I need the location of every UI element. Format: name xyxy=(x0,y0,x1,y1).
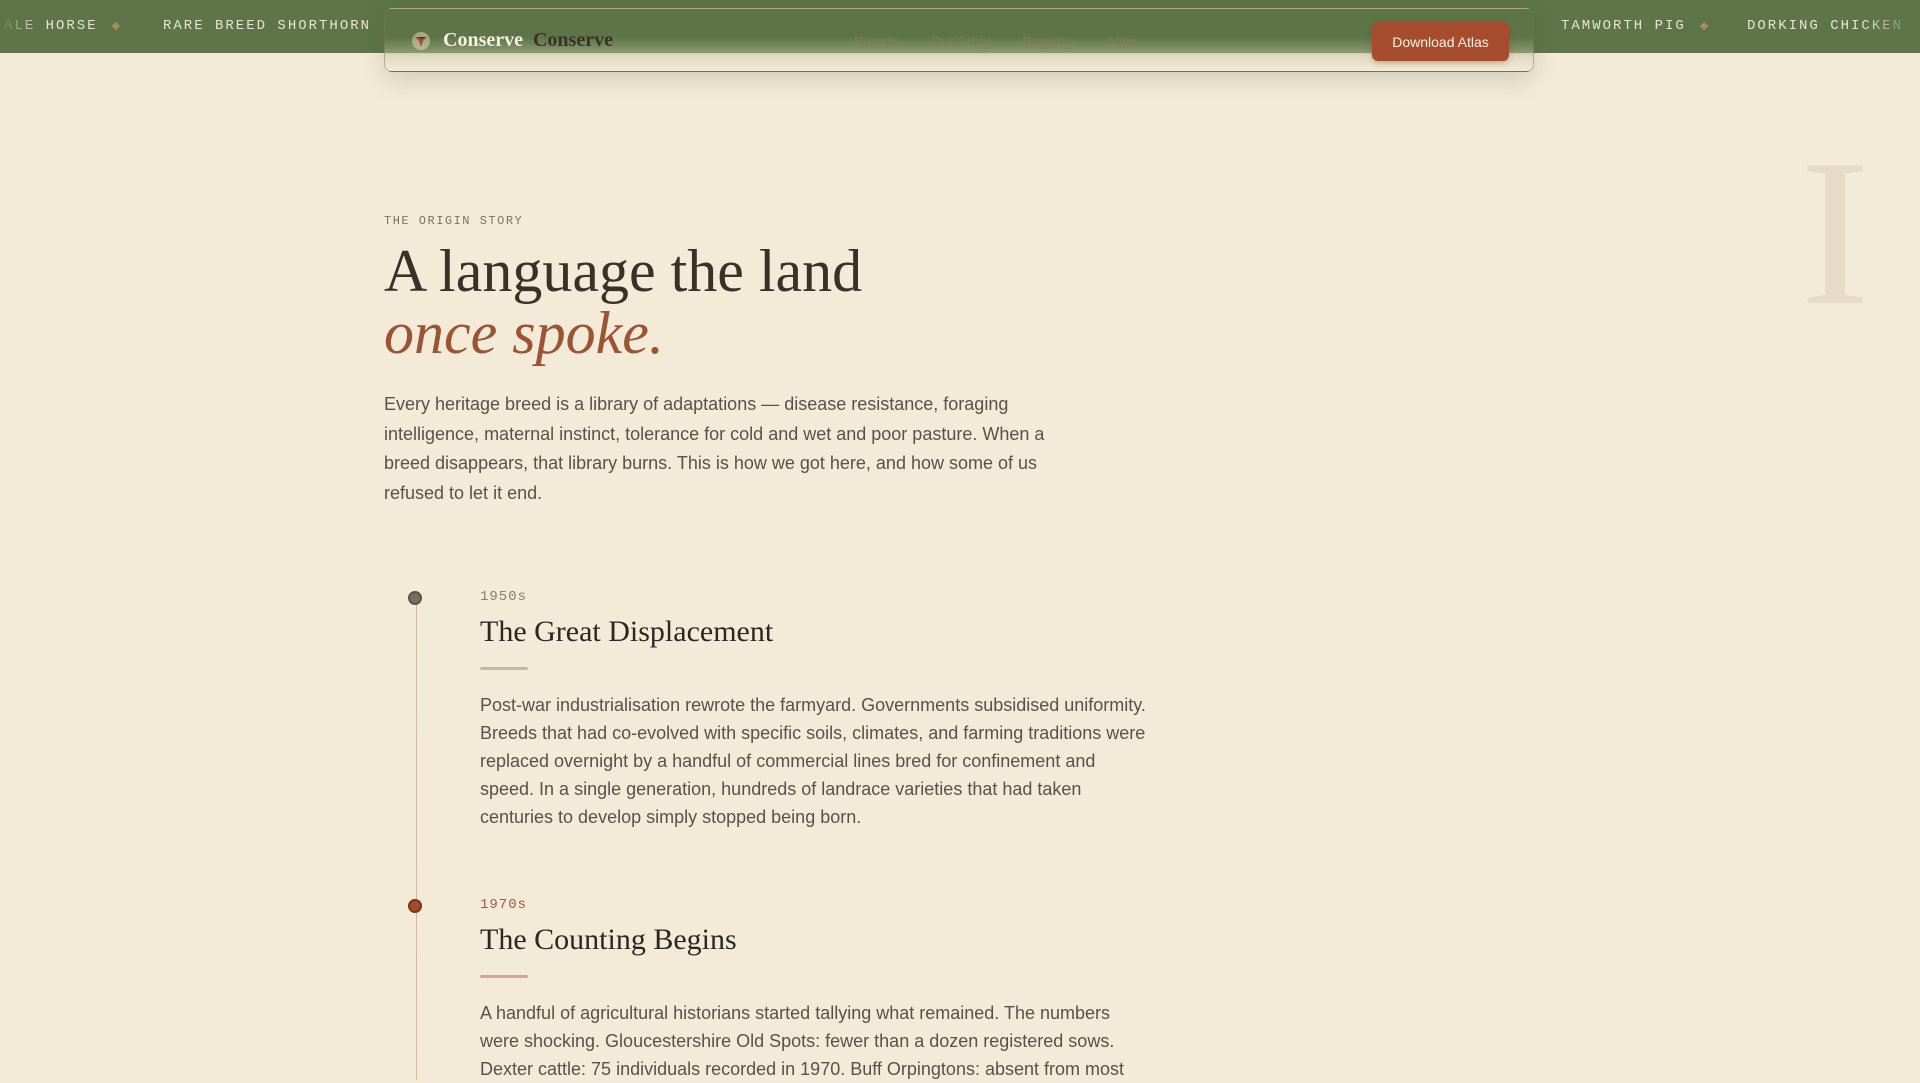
hero-lede: Every heritage breed is a library of ada… xyxy=(384,394,1045,503)
timeline-title: The Great Displacement xyxy=(480,615,774,648)
ticker-item-label: TAMWORTH PIG xyxy=(1561,18,1686,34)
ticker-item: RARE BREED SHORTHORN xyxy=(163,18,371,34)
brand-name: Conserve xyxy=(443,29,523,51)
timeline-body: Post-war industrialisation rewrote the f… xyxy=(480,695,1146,827)
ticker-item: TAMWORTH PIG ◆ xyxy=(1561,18,1710,34)
timeline-rule xyxy=(480,975,528,978)
ticker-fade-left xyxy=(0,0,40,53)
timeline-rule xyxy=(480,667,528,670)
ticker-item-label: RARE BREED SHORTHORN xyxy=(163,18,372,34)
nav-link-atlas[interactable]: Atlas xyxy=(1106,33,1137,49)
timeline-body: A handful of agricultural historians sta… xyxy=(480,1003,1125,1079)
nav-link-registry[interactable]: Registry xyxy=(1022,33,1073,49)
timeline-title: The Counting Begins xyxy=(480,923,737,956)
timeline-dot xyxy=(408,591,422,605)
site-navbar: Conserve Conserve Breeds Our Story Regis… xyxy=(384,8,1534,72)
download-atlas-button[interactable]: Download Atlas xyxy=(1372,22,1509,61)
timeline-era: 1950s xyxy=(480,589,528,605)
timeline-era: 1970s xyxy=(480,897,528,913)
nav-link-our-story[interactable]: Our Story xyxy=(930,33,990,49)
brand-link[interactable]: Conserve Conserve xyxy=(411,29,613,52)
timeline-dot xyxy=(408,899,422,913)
ticker-separator-icon: ◆ xyxy=(1699,21,1711,33)
ticker-separator-icon: ◆ xyxy=(111,21,123,33)
timeline-line xyxy=(416,600,417,1080)
brand-name-secondary: Conserve xyxy=(532,29,613,51)
section-eyebrow: THE ORIGIN STORY xyxy=(384,214,524,228)
headline-line-1: A language the land xyxy=(384,238,863,304)
ticker-fade-right xyxy=(1860,0,1920,53)
nav-link-breeds[interactable]: Breeds xyxy=(854,33,898,49)
decorative-drop-letter: I xyxy=(1800,117,1870,349)
conserve-logo-icon xyxy=(412,31,430,50)
nav-links: Breeds Our Story Registry Atlas xyxy=(854,33,1137,49)
headline-line-2: once spoke. xyxy=(384,300,664,366)
page-headline: A language the land once spoke. xyxy=(384,240,862,364)
